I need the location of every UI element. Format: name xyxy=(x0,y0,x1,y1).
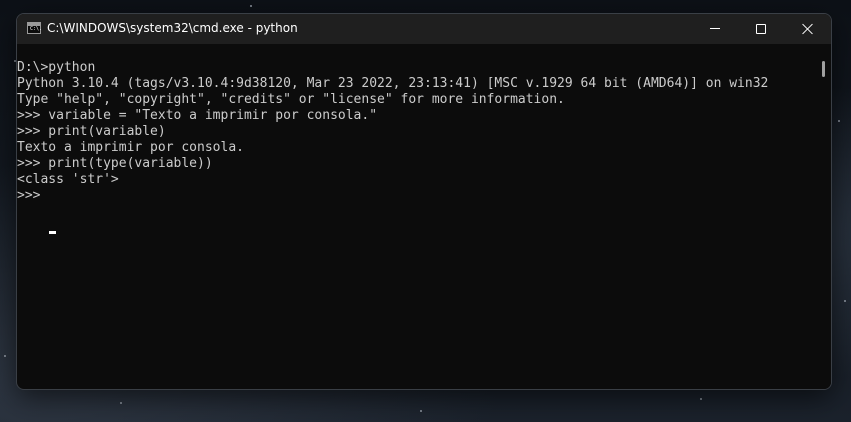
minimize-icon xyxy=(710,28,720,29)
console-line: Type "help", "copyright", "credits" or "… xyxy=(17,92,565,107)
console-line: >>> print(variable) xyxy=(17,124,166,139)
console-line: Python 3.10.4 (tags/v3.10.4:9d38120, Mar… xyxy=(17,76,769,91)
cmd-icon: C:\. xyxy=(27,22,43,34)
window-title: C:\WINDOWS\system32\cmd.exe - python xyxy=(47,21,298,35)
maximize-button[interactable] xyxy=(738,14,784,44)
console-line: D:\>python xyxy=(17,60,96,75)
close-icon xyxy=(802,23,813,34)
close-button[interactable] xyxy=(784,14,830,44)
maximize-icon xyxy=(756,24,766,34)
console-output[interactable]: D:\>python Python 3.10.4 (tags/v3.10.4:9… xyxy=(17,44,817,389)
text-cursor xyxy=(49,231,56,234)
cmd-icon-glyph: C:\. xyxy=(30,26,43,32)
console-line: <class 'str'> xyxy=(17,172,119,187)
console-line: >>> print(type(variable)) xyxy=(17,156,213,171)
vertical-scrollbar[interactable] xyxy=(817,44,831,389)
cmd-window[interactable]: C:\. C:\WINDOWS\system32\cmd.exe - pytho… xyxy=(16,13,832,390)
console-line: Texto a imprimir por consola. xyxy=(17,140,244,155)
console-prompt[interactable]: >>> xyxy=(17,188,817,204)
console-line: >>> variable = "Texto a imprimir por con… xyxy=(17,108,378,123)
minimize-button[interactable] xyxy=(692,14,738,44)
scrollbar-thumb[interactable] xyxy=(822,61,825,77)
title-bar[interactable]: C:\. C:\WINDOWS\system32\cmd.exe - pytho… xyxy=(17,14,831,44)
